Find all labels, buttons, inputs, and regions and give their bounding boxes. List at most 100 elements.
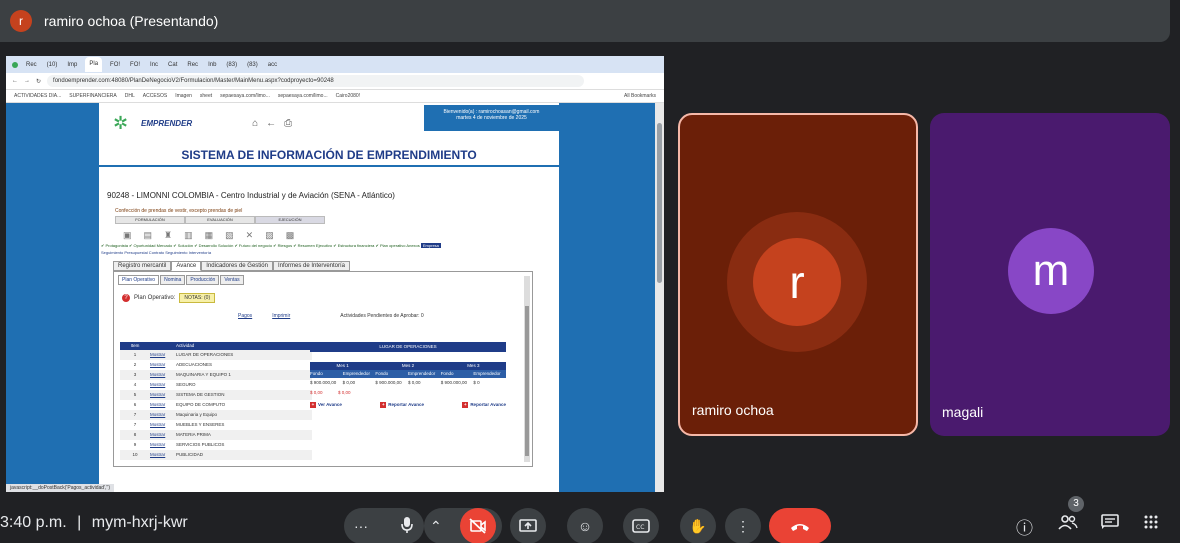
panel-scrollbar[interactable]	[524, 276, 530, 462]
forward-icon[interactable]: →	[24, 78, 30, 84]
notas-box[interactable]: NOTAS: (0)	[179, 293, 216, 303]
module-icon[interactable]: ▨	[265, 230, 286, 240]
browser-tab[interactable]: Cat	[166, 62, 179, 68]
actions-row: Ver Avance Reportar Avance Reportar Avan…	[310, 402, 506, 408]
more-options-button[interactable]: ⋮	[725, 508, 761, 543]
participant-tile-ramiro[interactable]: r ramiro ochoa	[678, 113, 918, 436]
project-subtitle: Confección de prendas de vestir, excepto…	[115, 208, 243, 214]
bookmark[interactable]: ACCESOS	[143, 93, 167, 99]
module-icon[interactable]: ♜	[164, 230, 184, 240]
browser-tab[interactable]: (10)	[45, 62, 60, 68]
back-arrow-icon[interactable]: ←	[266, 118, 284, 129]
browser-tab-active[interactable]: Pla	[85, 57, 103, 72]
emoji-button[interactable]: ☺	[567, 508, 603, 543]
chevron-up-icon[interactable]: ⌃	[430, 518, 442, 535]
bookmark[interactable]: Cairo2080!	[336, 93, 360, 99]
tab-registro[interactable]: Registro mercantil	[113, 261, 172, 271]
bookmark[interactable]: Imagen	[175, 93, 192, 99]
module-icon[interactable]: ▦	[205, 230, 226, 240]
leave-call-button[interactable]	[769, 508, 831, 543]
table-row: 3 Mostrar MAQUINARIA Y EQUIPO 1	[120, 370, 312, 380]
mostrar-link[interactable]: Mostrar	[150, 390, 176, 400]
tab-produccion[interactable]: Producción	[186, 275, 220, 285]
mostrar-link[interactable]: Mostrar	[150, 350, 176, 360]
bookmark[interactable]: sheet	[200, 93, 212, 99]
module-icon[interactable]: ✕	[246, 230, 266, 240]
item-number: 5	[133, 392, 137, 397]
lugar-operaciones-table: LUGAR DE OPERACIONES Mes 1 Mes 2 Mes 3 F…	[310, 342, 506, 408]
tab-plan-operativo[interactable]: Plan Operativo	[118, 275, 160, 285]
tab-ventas[interactable]: Ventas	[220, 275, 244, 285]
tab-nomina[interactable]: Nomina	[160, 275, 186, 285]
module-icon[interactable]: ▤	[144, 230, 165, 240]
item-number: 3	[133, 372, 137, 377]
mostrar-link[interactable]: Mostrar	[150, 420, 176, 430]
browser-tab[interactable]: Inb	[206, 62, 218, 68]
mostrar-link[interactable]: Mostrar	[150, 380, 176, 390]
bookmark[interactable]: ACTIVIDADES DIA...	[14, 93, 61, 99]
value-cell: $ 0,00	[408, 380, 421, 385]
home-icon[interactable]: ⌂	[252, 118, 266, 129]
browser-tab[interactable]: FO!	[128, 62, 142, 68]
present-screen-button[interactable]	[510, 508, 546, 543]
imprimir-link[interactable]: Imprimir	[272, 313, 290, 319]
module-icon[interactable]: ▩	[286, 230, 307, 240]
tab-informes[interactable]: Informes de Interventoría	[272, 261, 351, 271]
module-checks[interactable]: ✔ Protagonista ✔ Oportunidad Mercado ✔ S…	[101, 243, 420, 248]
browser-tab[interactable]: Inc	[148, 62, 160, 68]
activities-icon[interactable]	[1143, 514, 1159, 535]
tab-avance[interactable]: Avance	[171, 261, 202, 271]
browser-tab[interactable]: Rec	[185, 62, 200, 68]
browser-tab[interactable]: acc	[266, 62, 279, 68]
ver-avance-button[interactable]: Ver Avance	[310, 402, 342, 408]
page-scrollbar[interactable]	[655, 103, 664, 492]
reportar-avance-button[interactable]: Reportar Avance	[380, 402, 424, 408]
phase-current: EJECUCIÓN	[255, 216, 325, 224]
bookmark[interactable]: SUPERFINANCIERA	[69, 93, 117, 99]
meeting-details-icon[interactable]: ⓘ	[1016, 514, 1033, 539]
more-audio-options-icon[interactable]: ···	[354, 518, 368, 534]
current-date: martes 4 de noviembre de 2025	[456, 115, 527, 121]
module-icon[interactable]: ▧	[225, 230, 246, 240]
window-dot-icon	[12, 61, 18, 68]
empresa-link[interactable]: Empresa	[420, 243, 441, 248]
more-vert-icon: ⋮	[736, 517, 750, 534]
item-number: 10	[132, 452, 138, 457]
browser-tab[interactable]: Rec	[24, 62, 39, 68]
browser-tab[interactable]: Imp	[65, 62, 79, 68]
mostrar-link[interactable]: Mostrar	[150, 450, 176, 460]
module-icon[interactable]: ▥	[184, 230, 205, 240]
mostrar-link[interactable]: Mostrar	[150, 370, 176, 380]
camera-off-button[interactable]	[460, 508, 496, 543]
reportar-avance-button[interactable]: Reportar Avance	[462, 402, 506, 408]
sub-headers-row: Fondo Emprendedor Fondo Emprendedor Fond…	[310, 370, 506, 378]
mostrar-link[interactable]: Mostrar	[150, 360, 176, 370]
microphone-icon[interactable]	[400, 516, 414, 537]
raise-hand-button[interactable]: ✋	[680, 508, 716, 543]
tab-indicadores[interactable]: Indicadores de Gestión	[201, 261, 273, 271]
reload-icon[interactable]: ↻	[36, 78, 41, 85]
phase: FORMULACIÓN	[115, 216, 185, 224]
all-bookmarks[interactable]: All Bookmarks	[624, 93, 664, 99]
bookmark[interactable]: sepaesaya.com/limo...	[278, 93, 328, 99]
browser-tab[interactable]: (83)	[245, 62, 260, 68]
people-icon[interactable]	[1058, 514, 1078, 535]
bookmark[interactable]: sepaesaya.com/limo...	[220, 93, 270, 99]
mostrar-link[interactable]: Mostrar	[150, 400, 176, 410]
mostrar-link[interactable]: Mostrar	[150, 440, 176, 450]
participant-tile-magali[interactable]: m magali	[930, 113, 1170, 436]
value-cell: $ 900.000,00	[310, 380, 337, 385]
pagos-link[interactable]: Pagos	[238, 313, 252, 319]
bookmark[interactable]: DHL	[125, 93, 135, 99]
chat-icon[interactable]	[1101, 514, 1119, 535]
browser-tab[interactable]: (83)	[224, 62, 239, 68]
module-icon[interactable]: ▣	[123, 230, 144, 240]
url-field[interactable]: fondoemprender.com:48080/PlanDeNegocioV2…	[47, 75, 584, 87]
mostrar-link[interactable]: Mostrar	[150, 430, 176, 440]
mostrar-link[interactable]: Mostrar	[150, 410, 176, 420]
print-icon[interactable]: ⎙	[284, 118, 300, 129]
captions-button[interactable]: CC	[623, 508, 659, 543]
back-icon[interactable]: ←	[12, 78, 18, 84]
module-links-2[interactable]: Seguimiento Presupuestal Contrato Seguim…	[101, 250, 559, 255]
browser-tab[interactable]: FO!	[108, 62, 122, 68]
